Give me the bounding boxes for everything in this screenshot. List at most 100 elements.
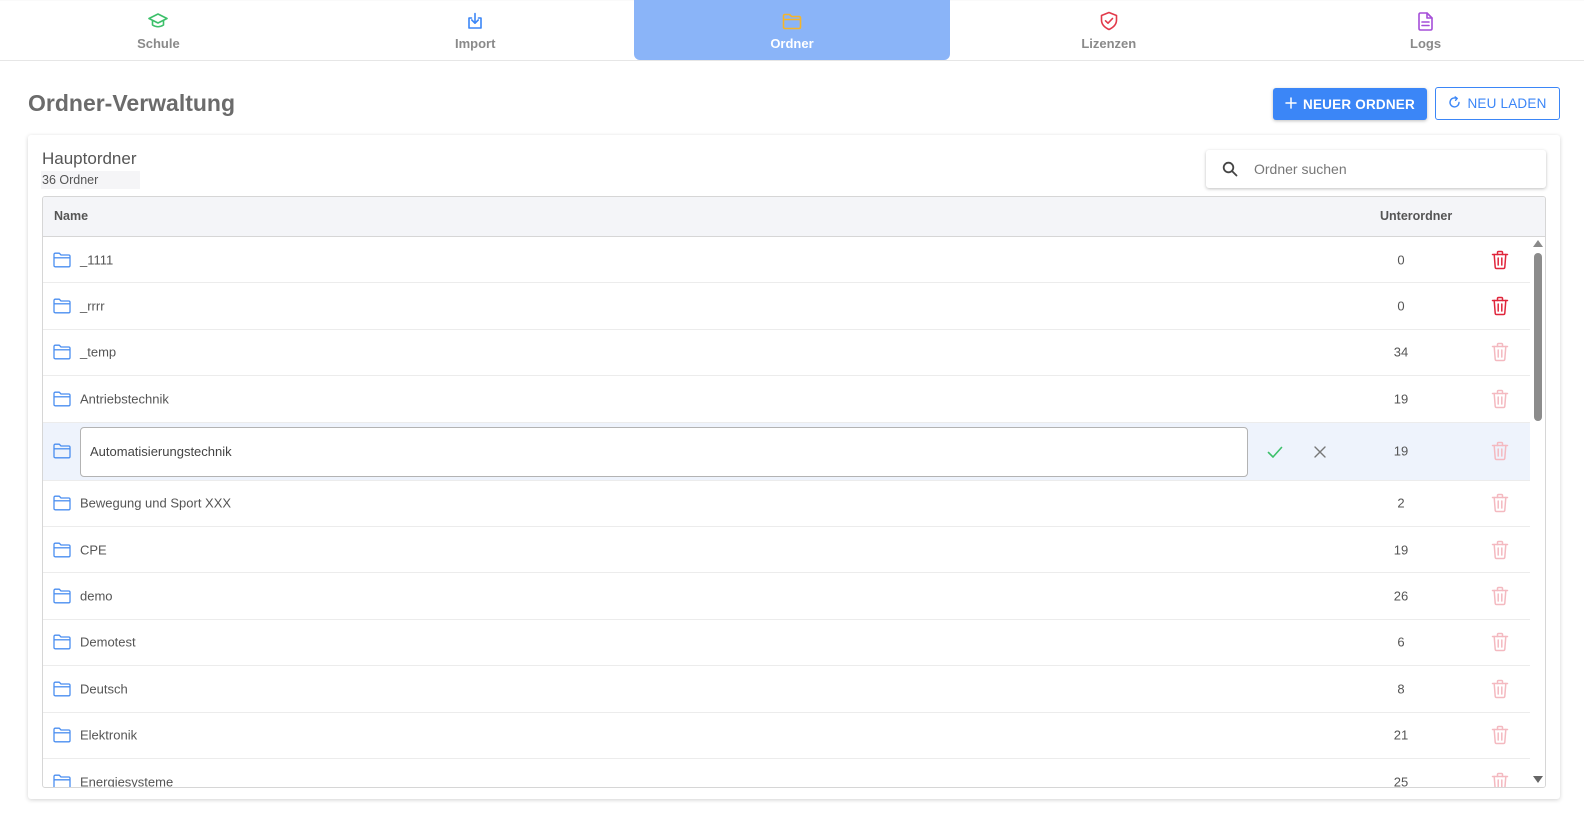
page-title: Ordner-Verwaltung bbox=[28, 90, 236, 116]
table-row[interactable]: Bewegung und Sport XXX 2 bbox=[43, 481, 1530, 527]
folder-card: Hauptordner 36 Ordner Name Unterordner _… bbox=[28, 135, 1560, 799]
cancel-close-icon[interactable] bbox=[1311, 443, 1329, 461]
top-navigation: Schule Import Ordner Lizenzen Logs bbox=[0, 0, 1584, 61]
nav-label-schule: Schule bbox=[137, 36, 180, 51]
nav-tab-schule[interactable]: Schule bbox=[0, 0, 317, 60]
subfolder-count: 19 bbox=[1393, 443, 1409, 459]
folder-icon bbox=[53, 391, 71, 407]
search-icon bbox=[1206, 161, 1254, 177]
folder-name[interactable]: _1111 bbox=[80, 252, 113, 267]
folder-name[interactable]: Demotest bbox=[80, 635, 136, 650]
nav-tab-ordner[interactable]: Ordner bbox=[633, 0, 951, 60]
nav-tab-lizenzen[interactable]: Lizenzen bbox=[950, 0, 1267, 60]
folder-icon bbox=[53, 588, 71, 604]
folder-name[interactable]: CPE bbox=[80, 542, 107, 557]
nav-label-lizenzen: Lizenzen bbox=[1081, 36, 1137, 51]
scrollbar[interactable] bbox=[1531, 238, 1545, 787]
nav-label-import: Import bbox=[454, 36, 496, 51]
nav-tab-import[interactable]: Import bbox=[317, 0, 634, 60]
table-row[interactable]: Energiesysteme 25 bbox=[43, 759, 1530, 788]
delete-trash-icon bbox=[1491, 540, 1509, 560]
folder-icon bbox=[53, 542, 71, 558]
subfolder-count: 21 bbox=[1393, 727, 1409, 743]
subfolder-count: 34 bbox=[1393, 344, 1409, 360]
reload-button[interactable]: NEU LADEN bbox=[1435, 87, 1560, 120]
table-row-editing[interactable]: 19 bbox=[43, 422, 1530, 481]
delete-trash-icon bbox=[1491, 342, 1509, 362]
subfolder-count: 8 bbox=[1397, 681, 1405, 697]
folder-name[interactable]: Elektronik bbox=[80, 728, 137, 743]
folder-name[interactable]: Bewegung und Sport XXX bbox=[80, 496, 231, 511]
folder-icon bbox=[53, 298, 71, 314]
new-folder-label: NEUER ORDNER bbox=[1303, 96, 1415, 112]
document-icon bbox=[1415, 10, 1437, 32]
folder-name[interactable]: demo bbox=[80, 589, 113, 604]
delete-trash-icon bbox=[1491, 725, 1509, 745]
table-row[interactable]: demo 26 bbox=[43, 573, 1530, 620]
delete-trash-icon bbox=[1491, 772, 1509, 787]
delete-trash-icon[interactable] bbox=[1491, 296, 1509, 316]
delete-trash-icon bbox=[1491, 441, 1509, 461]
folder-count: 36 Ordner bbox=[41, 171, 140, 189]
delete-trash-icon bbox=[1491, 679, 1509, 699]
subfolder-count: 6 bbox=[1397, 634, 1405, 650]
folder-icon bbox=[53, 443, 71, 459]
table-row[interactable]: _rrrr 0 bbox=[43, 283, 1530, 330]
scroll-down-arrow-icon[interactable] bbox=[1533, 776, 1543, 783]
confirm-check-icon[interactable] bbox=[1265, 442, 1285, 462]
refresh-icon bbox=[1448, 95, 1461, 112]
subfolder-count: 19 bbox=[1393, 391, 1409, 407]
nav-tab-logs[interactable]: Logs bbox=[1267, 0, 1584, 60]
folder-icon bbox=[53, 495, 71, 511]
column-header-name[interactable]: Name bbox=[54, 209, 88, 223]
folder-name-input[interactable] bbox=[80, 426, 1248, 477]
scroll-up-arrow-icon[interactable] bbox=[1533, 240, 1543, 247]
reload-label: NEU LADEN bbox=[1467, 96, 1547, 111]
scroll-thumb[interactable] bbox=[1534, 253, 1542, 421]
delete-trash-icon bbox=[1491, 586, 1509, 606]
table-row[interactable]: Demotest 6 bbox=[43, 620, 1530, 667]
subfolder-count: 25 bbox=[1393, 774, 1409, 788]
graduation-cap-icon bbox=[147, 10, 169, 32]
shield-check-icon bbox=[1098, 10, 1120, 32]
folder-icon bbox=[53, 634, 71, 650]
table-row[interactable]: Antriebstechnik 19 bbox=[43, 376, 1530, 423]
folder-name[interactable]: Deutsch bbox=[80, 681, 128, 696]
folder-name[interactable]: Energiesysteme bbox=[80, 774, 173, 787]
subfolder-count: 19 bbox=[1393, 542, 1409, 558]
delete-trash-icon bbox=[1491, 493, 1509, 513]
folder-icon bbox=[53, 727, 71, 743]
search-input[interactable] bbox=[1254, 161, 1524, 177]
subfolder-count: 0 bbox=[1397, 298, 1405, 314]
column-header-subfolders[interactable]: Unterordner bbox=[1380, 209, 1452, 223]
delete-trash-icon[interactable] bbox=[1491, 250, 1509, 270]
table-row[interactable]: Deutsch 8 bbox=[43, 666, 1530, 713]
delete-trash-icon bbox=[1491, 632, 1509, 652]
nav-label-logs: Logs bbox=[1410, 36, 1442, 51]
table-body: _1111 0 _rrrr 0 _temp 34 Antriebstechnik 19 19 Be… bbox=[43, 237, 1530, 788]
delete-trash-icon bbox=[1491, 389, 1509, 409]
subfolder-count: 26 bbox=[1393, 588, 1409, 604]
table-row[interactable]: CPE 19 bbox=[43, 527, 1530, 574]
folder-icon bbox=[53, 774, 71, 787]
folder-icon bbox=[53, 252, 71, 268]
folder-icon bbox=[53, 344, 71, 360]
subfolder-count: 0 bbox=[1397, 252, 1405, 268]
folder-name[interactable]: Antriebstechnik bbox=[80, 391, 169, 406]
table-row[interactable]: _1111 0 bbox=[43, 237, 1530, 284]
folder-icon bbox=[781, 10, 803, 32]
folder-name[interactable]: _temp bbox=[80, 345, 116, 360]
plus-icon bbox=[1285, 96, 1297, 112]
download-icon bbox=[464, 10, 486, 32]
nav-label-ordner: Ordner bbox=[770, 36, 814, 51]
table-row[interactable]: _temp 34 bbox=[43, 330, 1530, 377]
folder-icon bbox=[53, 681, 71, 697]
card-title: Hauptordner bbox=[42, 149, 137, 168]
new-folder-button[interactable]: NEUER ORDNER bbox=[1273, 88, 1427, 120]
subfolder-count: 2 bbox=[1397, 495, 1405, 511]
table-header: Name Unterordner bbox=[43, 197, 1545, 237]
search-box bbox=[1206, 150, 1546, 188]
table-row[interactable]: Elektronik 21 bbox=[43, 713, 1530, 759]
folder-name[interactable]: _rrrr bbox=[80, 299, 105, 314]
folder-table: Name Unterordner _1111 0 _rrrr 0 _temp 34 Antr… bbox=[42, 196, 1546, 788]
